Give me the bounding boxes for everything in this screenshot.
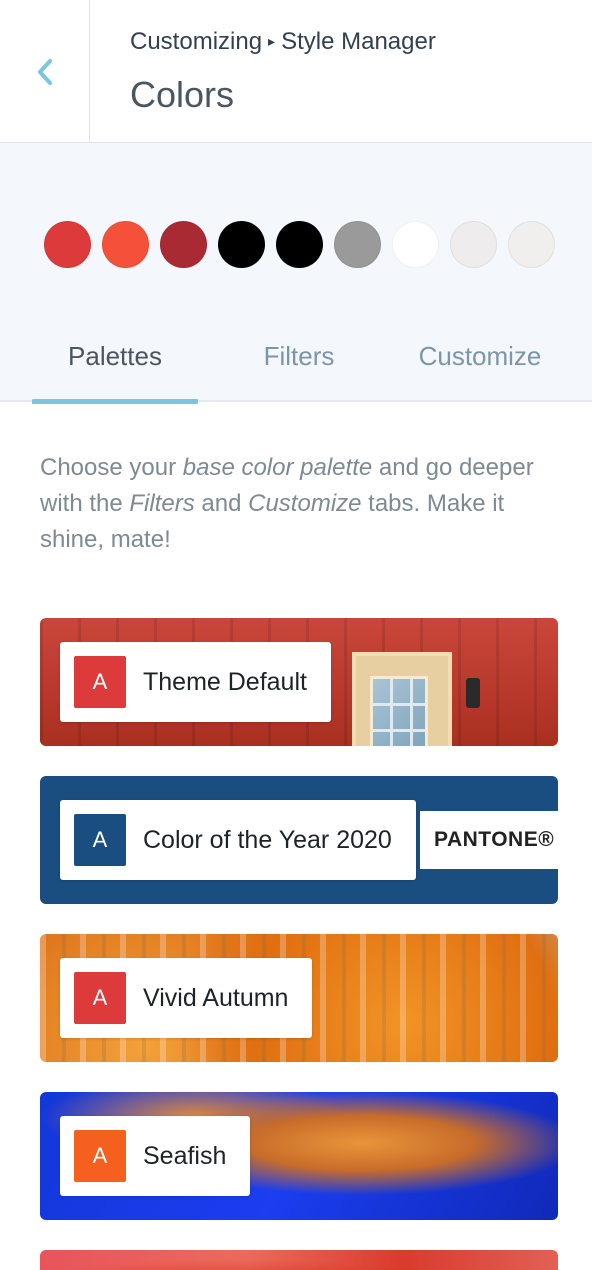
swatch-dark-red[interactable] (160, 221, 207, 268)
palette-card-seafish[interactable]: A Seafish (40, 1092, 558, 1220)
palette-letter-badge: A (74, 656, 126, 708)
palette-label: A Color of the Year 2020 (60, 800, 416, 880)
tab-filters[interactable]: Filters (198, 341, 400, 402)
lamp-image (466, 678, 480, 708)
palette-letter-badge: A (74, 814, 126, 866)
color-swatches (44, 221, 555, 268)
back-button[interactable] (0, 0, 90, 143)
customizer-header: Customizing ▸ Style Manager Colors (0, 0, 592, 143)
desc-emphasis-1: base color palette (182, 454, 373, 481)
swatch-off-white[interactable] (508, 221, 555, 268)
palettes-description: Choose your base color palette and go de… (40, 450, 560, 558)
page-title: Colors (130, 74, 235, 115)
swatch-red[interactable] (44, 221, 91, 268)
palette-letter-badge: A (74, 972, 126, 1024)
palette-label: A Vivid Autumn (60, 958, 313, 1038)
palette-letter-badge: A (74, 1130, 126, 1182)
swatch-orange-red[interactable] (102, 221, 149, 268)
palette-label: A Theme Default (60, 642, 331, 722)
desc-text-1: Choose your (40, 454, 183, 481)
tab-customize[interactable]: Customize (400, 341, 560, 402)
palette-name: Vivid Autumn (143, 983, 289, 1012)
palette-card-partial[interactable] (40, 1250, 558, 1270)
swatch-gray[interactable] (334, 221, 381, 268)
chevron-left-icon (37, 58, 52, 85)
palette-preview-panel: Palettes Filters Customize (0, 143, 592, 404)
door-image (352, 652, 452, 746)
pantone-logo: PANTONE® (420, 811, 558, 869)
breadcrumb-parent: Customizing (130, 28, 263, 55)
palette-name: Theme Default (143, 667, 307, 696)
desc-emphasis-3: Customize (248, 490, 362, 517)
palette-card-vivid-autumn[interactable]: A Vivid Autumn (40, 934, 558, 1062)
palette-label: A Seafish (60, 1116, 251, 1196)
palette-card-color-of-the-year[interactable]: PANTONE® A Color of the Year 2020 (40, 776, 558, 904)
palette-name: Seafish (143, 1141, 227, 1170)
swatch-black[interactable] (218, 221, 265, 268)
tab-palettes[interactable]: Palettes (32, 341, 198, 404)
pantone-text: PANTONE® (434, 828, 555, 851)
swatch-white[interactable] (392, 221, 439, 268)
breadcrumb: Customizing ▸ Style Manager (130, 28, 436, 56)
desc-emphasis-2: Filters (129, 490, 195, 517)
palette-name: Color of the Year 2020 (143, 825, 392, 854)
desc-text-3: and (194, 490, 249, 517)
tab-bar: Palettes Filters Customize (32, 341, 560, 404)
palette-card-theme-default[interactable]: A Theme Default (40, 618, 558, 746)
breadcrumb-separator: ▸ (268, 33, 276, 49)
breadcrumb-current: Style Manager (281, 28, 436, 55)
swatch-black-2[interactable] (276, 221, 323, 268)
swatch-light-gray[interactable] (450, 221, 497, 268)
